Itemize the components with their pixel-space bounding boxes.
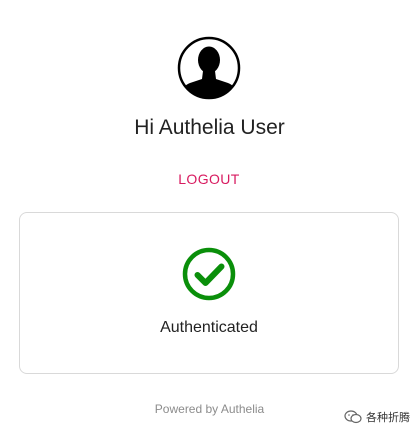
watermark-text: 各种折腾 xyxy=(366,412,410,424)
authenticated-page: Hi Authelia User LOGOUT Authenticated Po… xyxy=(0,0,419,435)
logout-button[interactable]: LOGOUT xyxy=(159,166,259,192)
watermark: 各种折腾 xyxy=(344,409,410,425)
chat-bubbles-icon xyxy=(344,410,362,424)
user-greeting: Hi Authelia User xyxy=(134,116,285,139)
check-circle-icon xyxy=(181,246,237,302)
user-silhouette-icon xyxy=(176,35,242,101)
authentication-status-card: Authenticated xyxy=(19,212,399,374)
authentication-status-text: Authenticated xyxy=(160,319,258,336)
